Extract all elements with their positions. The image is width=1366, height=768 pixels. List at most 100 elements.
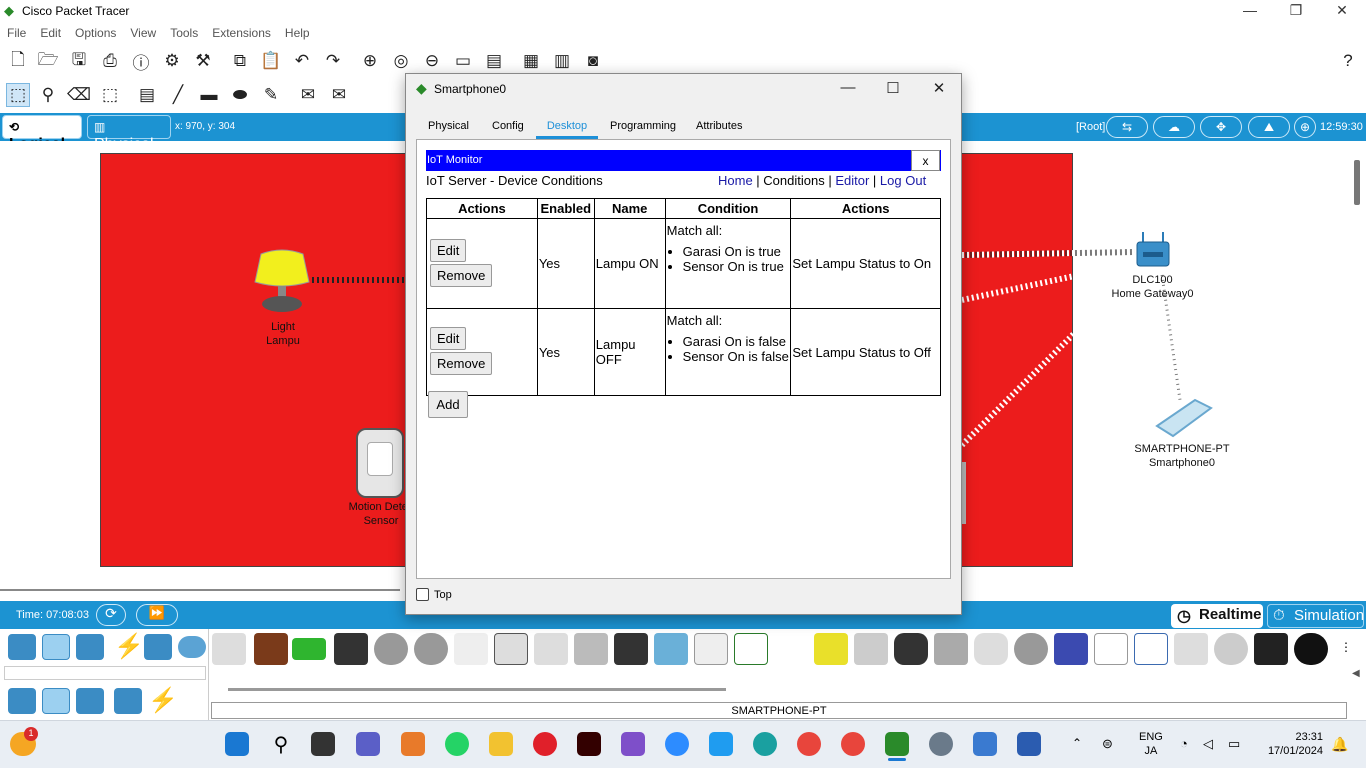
- monitor-icon[interactable]: [694, 633, 728, 665]
- palette-scroll-left-icon[interactable]: ◀: [1352, 668, 1360, 679]
- menu-help[interactable]: Help: [278, 23, 317, 43]
- device-thumb-1[interactable]: [212, 633, 246, 665]
- settings-icon[interactable]: [929, 732, 953, 756]
- door-icon[interactable]: [494, 633, 528, 665]
- paste-icon[interactable]: 📋: [259, 49, 283, 73]
- tray-clock[interactable]: 23:31 17/01/2024: [1259, 730, 1323, 758]
- redo-icon[interactable]: ↷: [321, 49, 345, 73]
- delete-icon[interactable]: ⌫: [67, 83, 91, 107]
- lcd-icon[interactable]: [734, 633, 768, 665]
- connections-icon[interactable]: ⚡: [114, 632, 144, 661]
- thermostat-icon[interactable]: [1134, 633, 1168, 665]
- notification-bell-icon[interactable]: 🔔: [1331, 736, 1348, 753]
- multiuser-icon[interactable]: [178, 636, 206, 658]
- tab-attributes[interactable]: Attributes: [696, 120, 742, 136]
- speaker-icon[interactable]: [334, 633, 368, 665]
- drawing-palette-icon[interactable]: ▭: [451, 49, 475, 73]
- resize-icon[interactable]: ⬚: [98, 83, 122, 107]
- smartphone-device[interactable]: [1155, 398, 1213, 438]
- vertical-scrollbar[interactable]: [1354, 160, 1360, 205]
- restore-icon[interactable]: ❐: [1273, 2, 1319, 22]
- humidifier-icon[interactable]: [654, 633, 688, 665]
- zoom-reset-icon[interactable]: ◎: [389, 49, 413, 73]
- close-icon[interactable]: ✕: [1319, 2, 1365, 22]
- network-tray-icon[interactable]: ⊜: [1102, 736, 1113, 752]
- motion-sensor-device[interactable]: [356, 428, 404, 498]
- speaker2-icon[interactable]: [614, 633, 648, 665]
- pc-icon[interactable]: [8, 688, 36, 714]
- physical-view-button[interactable]: ▥ Physical: [87, 115, 171, 153]
- motion-palette-icon[interactable]: [854, 633, 888, 665]
- chrome-icon[interactable]: [797, 732, 821, 756]
- rectangle-icon[interactable]: ▬: [197, 83, 221, 107]
- print-icon[interactable]: ⎙: [98, 49, 122, 73]
- zoom-out-icon[interactable]: ⊖: [420, 49, 444, 73]
- edit-button[interactable]: Edit: [430, 327, 467, 350]
- minimize-icon[interactable]: —: [1227, 2, 1273, 22]
- notes-icon[interactable]: ▦: [519, 49, 543, 73]
- navigation-icon[interactable]: ⇆: [1106, 116, 1148, 138]
- photos-icon[interactable]: [973, 732, 997, 756]
- garage-door-icon[interactable]: [574, 633, 608, 665]
- battery-icon[interactable]: [292, 638, 326, 660]
- window-unit-icon[interactable]: [1174, 633, 1208, 665]
- volume-icon[interactable]: ◁: [1203, 736, 1213, 752]
- save-icon[interactable]: 🖫: [67, 49, 91, 73]
- info-icon[interactable]: ⓘ: [129, 49, 153, 73]
- home-gateway-device[interactable]: [1135, 230, 1171, 270]
- tab-programming[interactable]: Programming: [610, 120, 676, 136]
- solar-panel-icon[interactable]: [1054, 633, 1088, 665]
- fan-icon[interactable]: [374, 633, 408, 665]
- webcam-icon[interactable]: [894, 633, 928, 665]
- top-checkbox[interactable]: [416, 588, 429, 601]
- opera-icon[interactable]: [533, 732, 557, 756]
- tray-chevron-icon[interactable]: ⌃: [1072, 736, 1082, 750]
- industrial-icon[interactable]: [114, 688, 142, 714]
- menu-tools[interactable]: Tools: [163, 23, 205, 43]
- home-icon[interactable]: [42, 688, 70, 714]
- simple-pdu-icon[interactable]: ✉: [296, 83, 320, 107]
- undo-icon[interactable]: ↶: [290, 49, 314, 73]
- edge-icon[interactable]: [753, 732, 777, 756]
- sensor-board-icon[interactable]: [1094, 633, 1128, 665]
- category-search[interactable]: [4, 666, 206, 680]
- custom-device-dialog-icon[interactable]: ▤: [482, 49, 506, 73]
- illustrator-icon[interactable]: [577, 732, 601, 756]
- tab-config[interactable]: Config: [492, 120, 524, 136]
- siren-icon[interactable]: [1214, 633, 1248, 665]
- ceiling-fan-icon[interactable]: [454, 633, 488, 665]
- iot-monitor-close-button[interactable]: x: [911, 150, 940, 171]
- logical-view-button[interactable]: ⟲ Logical: [2, 115, 82, 153]
- power-cycle-icon[interactable]: ⟳: [96, 604, 126, 626]
- speaker-round-icon[interactable]: [1014, 633, 1048, 665]
- fan2-icon[interactable]: [414, 633, 448, 665]
- light-palette-icon[interactable]: [814, 633, 848, 665]
- camera-icon[interactable]: ◙: [581, 49, 605, 73]
- start-icon[interactable]: [225, 732, 249, 756]
- remove-button[interactable]: Remove: [430, 263, 493, 287]
- open-folder-icon[interactable]: 🗁: [36, 49, 60, 73]
- line-icon[interactable]: ╱: [166, 83, 190, 107]
- zoom-icon[interactable]: [665, 732, 689, 756]
- nav-logout-link[interactable]: Log Out: [880, 173, 926, 188]
- input-language[interactable]: ENG JA: [1139, 730, 1163, 758]
- whatsapp-icon[interactable]: [445, 732, 469, 756]
- activity-wizard-icon[interactable]: ⚙: [160, 49, 184, 73]
- components-icon[interactable]: [76, 634, 104, 660]
- dialog-close-icon[interactable]: ✕: [924, 79, 954, 99]
- select-icon[interactable]: ⬚: [6, 83, 30, 107]
- globe-icon[interactable]: ⊕: [1294, 116, 1316, 138]
- freeform-icon[interactable]: ✎: [259, 83, 283, 107]
- task-view-icon[interactable]: [311, 732, 335, 756]
- teams-icon[interactable]: [356, 732, 380, 756]
- edit-button[interactable]: Edit: [430, 238, 467, 262]
- vscode-icon[interactable]: [709, 732, 733, 756]
- menu-view[interactable]: View: [123, 23, 163, 43]
- smart-city-icon[interactable]: [76, 688, 104, 714]
- sensor-icon[interactable]: [974, 633, 1008, 665]
- menu-options[interactable]: Options: [68, 23, 123, 43]
- device-thumb-2[interactable]: [254, 633, 288, 665]
- end-devices-icon[interactable]: [42, 634, 70, 660]
- help-icon[interactable]: ?: [1336, 49, 1360, 73]
- menu-edit[interactable]: Edit: [33, 23, 68, 43]
